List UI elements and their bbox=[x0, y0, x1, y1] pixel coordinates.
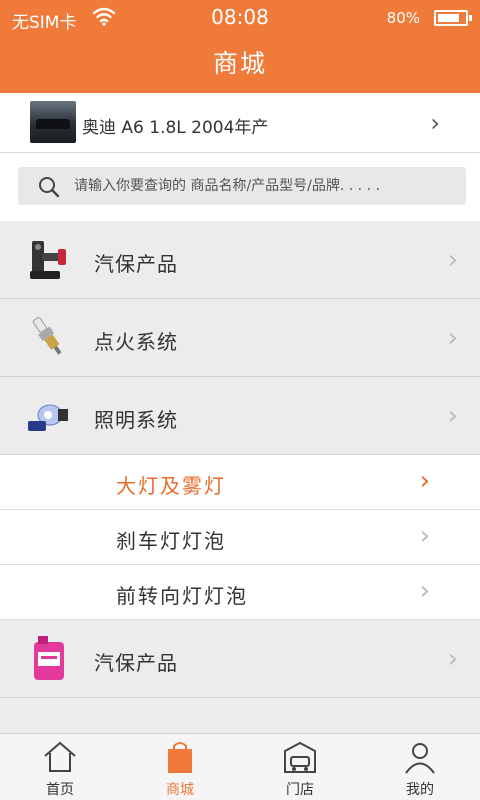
app-header: 无SIM卡 08:08 80% 商城 bbox=[0, 0, 480, 93]
search-section bbox=[0, 153, 480, 221]
store-icon bbox=[284, 741, 316, 773]
cleaner-bottle-icon bbox=[34, 636, 64, 680]
battery-icon bbox=[434, 10, 472, 26]
category-row-auto-care-2[interactable]: 汽保产品 › bbox=[0, 620, 480, 698]
category-label: 点火系统 bbox=[94, 330, 178, 354]
spark-plug-icon bbox=[32, 317, 62, 355]
vehicle-name: 奥迪 A6 1.8L 2004年产 bbox=[82, 118, 269, 138]
chevron-right-icon: › bbox=[419, 521, 430, 551]
category-row-lighting[interactable]: 照明系统 › bbox=[0, 377, 480, 455]
chevron-right-icon: › bbox=[447, 245, 458, 275]
tab-label: 我的 bbox=[406, 782, 434, 798]
category-list: 汽保产品 › 点火系统 › 照明系统 › 大灯及雾灯 › 刹车灯灯泡 › 前转向… bbox=[0, 221, 480, 698]
tab-home[interactable]: 首页 bbox=[0, 734, 120, 800]
chevron-right-icon: › bbox=[447, 644, 458, 674]
category-row-ignition[interactable]: 点火系统 › bbox=[0, 299, 480, 377]
vehicle-selector[interactable]: 奥迪 A6 1.8L 2004年产 › bbox=[0, 93, 480, 153]
chevron-right-icon: › bbox=[447, 401, 458, 431]
user-icon bbox=[405, 743, 435, 774]
category-row-auto-care[interactable]: 汽保产品 › bbox=[0, 221, 480, 299]
subcategory-label: 前转向灯灯泡 bbox=[116, 584, 248, 608]
tab-label: 商城 bbox=[166, 782, 194, 798]
search-bar[interactable] bbox=[18, 167, 466, 205]
tab-mall[interactable]: 商城 bbox=[120, 734, 240, 800]
search-input[interactable] bbox=[74, 167, 456, 205]
battery-fill bbox=[438, 14, 459, 22]
tab-store[interactable]: 门店 bbox=[240, 734, 360, 800]
search-icon bbox=[39, 177, 60, 198]
shopping-bag-icon bbox=[168, 742, 192, 773]
home-icon bbox=[44, 741, 76, 772]
subcategory-label: 大灯及雾灯 bbox=[116, 474, 226, 498]
tab-bar: 首页 商城 门店 我的 bbox=[0, 733, 480, 800]
car-lift-icon bbox=[30, 241, 66, 279]
category-label: 汽保产品 bbox=[94, 252, 178, 276]
page-title: 商城 bbox=[212, 49, 267, 78]
subcategory-row-turn-bulbs[interactable]: 前转向灯灯泡 › bbox=[0, 565, 480, 620]
chevron-right-icon: › bbox=[447, 323, 458, 353]
chevron-right-icon: › bbox=[430, 109, 440, 137]
subcategory-label: 刹车灯灯泡 bbox=[116, 529, 226, 553]
subcategory-row-brake-bulbs[interactable]: 刹车灯灯泡 › bbox=[0, 510, 480, 565]
headlight-bulb-icon bbox=[28, 404, 68, 431]
tab-label: 门店 bbox=[286, 782, 314, 798]
category-label: 照明系统 bbox=[94, 408, 178, 432]
tab-mine[interactable]: 我的 bbox=[360, 734, 480, 800]
chevron-right-icon: › bbox=[419, 466, 430, 496]
car-thumbnail bbox=[30, 101, 76, 143]
category-label: 汽保产品 bbox=[94, 651, 178, 675]
battery-percent: 80% bbox=[386, 9, 420, 27]
subcategory-row-headlights[interactable]: 大灯及雾灯 › bbox=[0, 455, 480, 510]
chevron-right-icon: › bbox=[419, 576, 430, 606]
tab-label: 首页 bbox=[46, 782, 74, 798]
status-bar: 无SIM卡 08:08 80% bbox=[0, 0, 480, 36]
